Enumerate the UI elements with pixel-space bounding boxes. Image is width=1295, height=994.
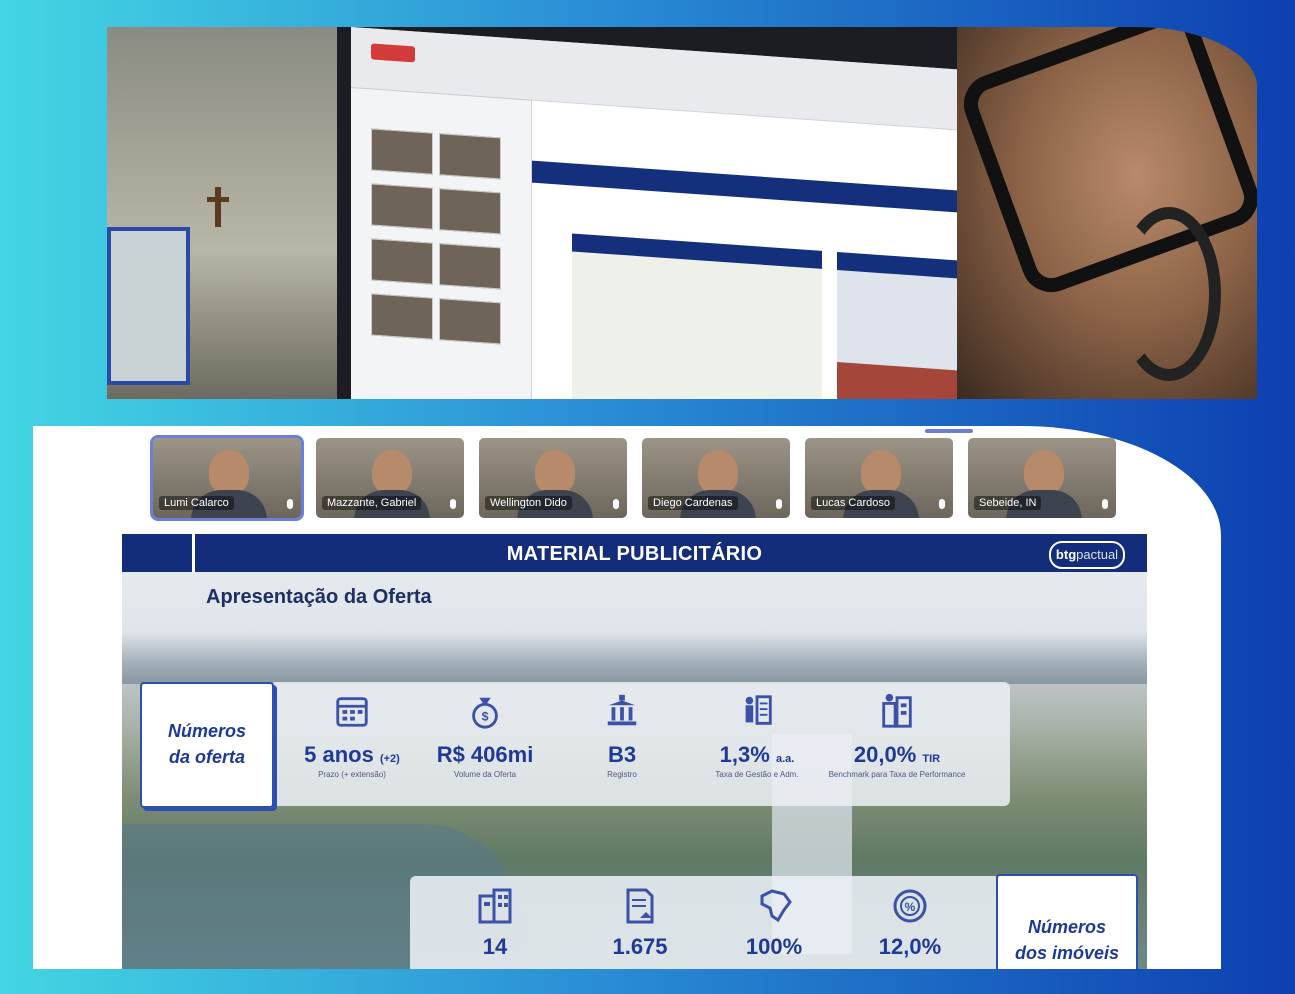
property-label: Números dos imóveis: [1014, 917, 1120, 963]
mic-icon: [1102, 499, 1108, 509]
participant-video: [372, 450, 412, 494]
participant-thumbnail: [371, 238, 433, 285]
stat-value: 100%: [745, 934, 803, 959]
svg-text:$: $: [482, 710, 489, 724]
stat-value: 1,3% a.a.: [687, 742, 827, 768]
map-image: [572, 233, 822, 399]
stat-value: 14: [482, 934, 508, 959]
mic-icon: [776, 499, 782, 509]
cross-icon: [207, 187, 229, 227]
stat-value: 12,0%: [878, 934, 942, 959]
participant-thumbnail: [371, 183, 433, 230]
stat-value: B3: [552, 742, 692, 768]
stat-value: 1.675: [612, 934, 668, 959]
participant-name: Mazzante, Gabriel: [322, 496, 422, 510]
participant-tile[interactable]: Lucas Cardoso: [805, 438, 953, 518]
offer-stat: 1,3% a.a. Taxa de Gestão e Adm.: [687, 692, 827, 780]
slide-header: MATERIAL PUBLICITÁRIO btgpactual: [122, 534, 1147, 572]
property-label-box: Números dos imóveis: [996, 874, 1138, 969]
meeting-window: Lumi Calarco Mazzante, Gabriel Wellingto…: [33, 426, 1221, 969]
stat-caption: Registro: [607, 770, 637, 779]
management-people-icon: [738, 692, 776, 730]
stat-number: 20,0%: [853, 742, 917, 767]
performance-building-icon: [878, 692, 916, 730]
property-stat: 1.675: [580, 886, 700, 960]
participant-thumbnail: [439, 188, 501, 235]
property-stat: 100%: [714, 886, 834, 960]
shared-slide: MATERIAL PUBLICITÁRIO btgpactual Apresen…: [122, 534, 1147, 969]
percentage-badge-icon: %: [890, 886, 930, 926]
svg-text:%: %: [905, 900, 916, 914]
leave-button: [371, 43, 415, 63]
participant-name: Wellington Dido: [485, 496, 572, 510]
offer-stat: $ R$ 406mi Volume da Oferta: [415, 692, 555, 780]
buildings-icon: [475, 886, 515, 926]
participant-name: Lumi Calarco: [159, 496, 234, 510]
logo-sub: pactual: [1076, 547, 1119, 562]
room-wall: [107, 27, 357, 399]
participant-video: [698, 450, 738, 494]
participant-video: [861, 450, 901, 494]
slide-title: MATERIAL PUBLICITÁRIO: [506, 543, 763, 565]
participant-tile[interactable]: Lumi Calarco: [150, 435, 304, 521]
participant-thumbnails: [371, 128, 511, 358]
top-photo: [107, 27, 1257, 399]
document-home-icon: [620, 886, 660, 926]
room-window: [107, 227, 190, 385]
stat-suffix: TIR: [922, 753, 941, 765]
offer-stat: 20,0% TIR Benchmark para Taxa de Performa…: [827, 692, 967, 780]
stat-number: B3: [607, 742, 637, 767]
property-stat: % 12,0%: [850, 886, 970, 960]
participant-name: Sebeide, IN: [974, 496, 1042, 510]
mic-icon: [450, 499, 456, 509]
slide-subtitle: Apresentação da Oferta: [206, 586, 432, 608]
stat-suffix: a.a.: [775, 753, 795, 765]
logo-main: btg: [1055, 547, 1077, 562]
stat-number: 5 anos: [304, 742, 374, 767]
participant-thumbnail: [371, 128, 433, 175]
stat-suffix: (+2): [379, 753, 400, 765]
offer-stat: 5 anos (+2) Prazo (+ extensão): [282, 692, 422, 780]
registry-building-icon: [603, 692, 641, 730]
participant-video: [1024, 450, 1064, 494]
headset-icon: [1117, 207, 1221, 381]
participant-video: [209, 450, 249, 494]
offer-label: Números da oferta: [167, 721, 247, 767]
participant-tile[interactable]: Diego Cardenas: [642, 438, 790, 518]
stat-value: 5 anos (+2): [282, 742, 422, 768]
mountains-backdrop: [122, 634, 1147, 684]
scroll-indicator[interactable]: [925, 429, 973, 433]
stat-number: 1,3%: [719, 742, 770, 767]
offer-label-box: Números da oferta: [140, 682, 274, 808]
stat-value: R$ 406mi: [415, 742, 555, 768]
brazil-map-icon: [754, 886, 794, 926]
stat-caption: Prazo (+ extensão): [318, 770, 386, 779]
btg-logo: btgpactual: [1049, 541, 1125, 569]
participant-tile[interactable]: Mazzante, Gabriel: [316, 438, 464, 518]
stat-caption: Taxa de Gestão e Adm.: [715, 770, 799, 779]
participant-thumbnail: [439, 298, 501, 345]
participant-name: Diego Cardenas: [648, 496, 738, 510]
stat-caption: Benchmark para Taxa de Performance: [828, 770, 966, 779]
participant-tile[interactable]: Sebeide, IN: [968, 438, 1116, 518]
mic-icon: [613, 499, 619, 509]
participant-thumbnail: [439, 133, 501, 180]
calendar-icon: [333, 692, 371, 730]
participant-video: [535, 450, 575, 494]
stat-caption: Volume da Oferta: [453, 770, 517, 779]
money-bag-icon: $: [466, 692, 504, 730]
offer-stat: B3 Registro: [552, 692, 692, 780]
participant-thumbnail: [439, 243, 501, 290]
mic-icon: [939, 499, 945, 509]
mic-icon: [287, 499, 293, 509]
participant-name: Lucas Cardoso: [811, 496, 895, 510]
participant-tile[interactable]: Wellington Dido: [479, 438, 627, 518]
stat-number: R$ 406mi: [436, 742, 534, 767]
stat-value: 20,0% TIR: [827, 742, 967, 768]
property-stat: 14: [435, 886, 555, 960]
participant-thumbnail: [371, 293, 433, 340]
